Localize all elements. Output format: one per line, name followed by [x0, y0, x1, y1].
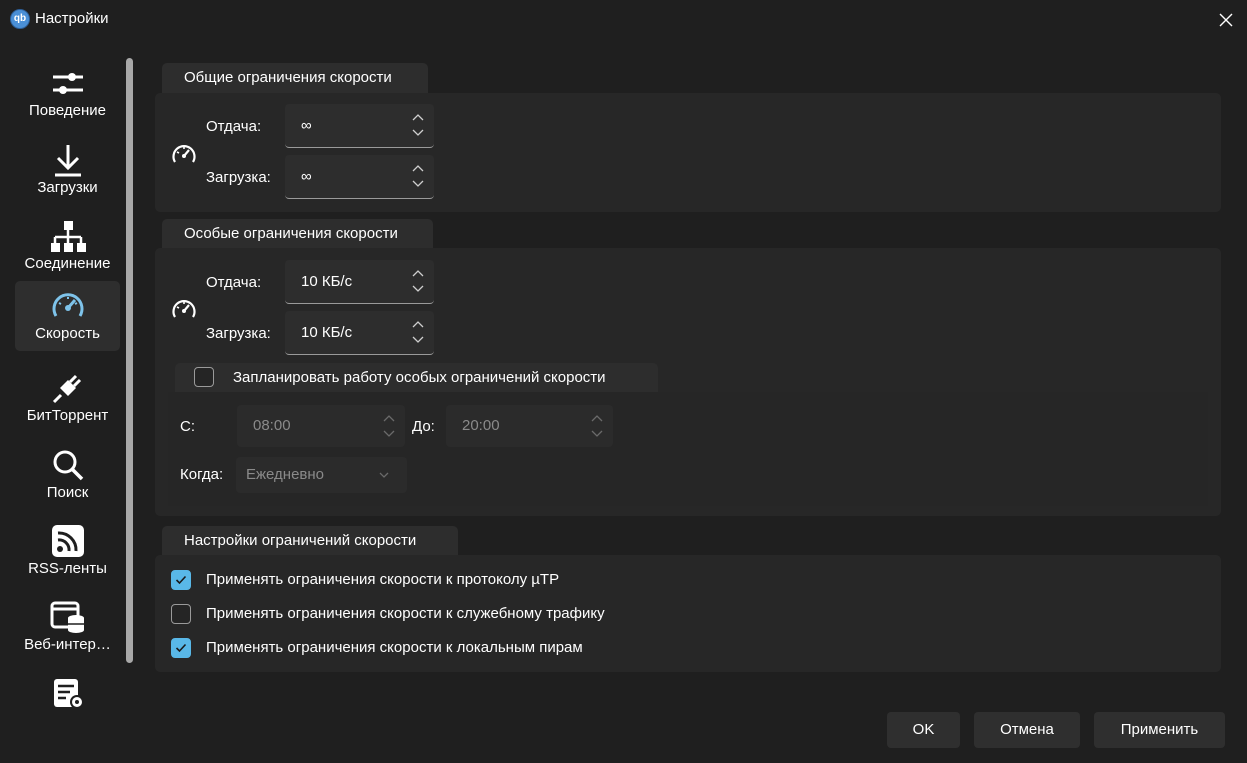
speedometer-icon: [50, 288, 86, 324]
global-limits-title: Общие ограничения скорости: [162, 63, 428, 93]
sidebar-item-label: Загрузки: [37, 179, 98, 196]
chevron-down-icon[interactable]: [381, 427, 397, 441]
sidebar-item-label: Скорость: [35, 325, 100, 342]
to-time-spinbox[interactable]: 20:00: [446, 405, 613, 447]
from-time-spinbox[interactable]: 08:00: [237, 405, 405, 447]
download-icon: [50, 142, 86, 178]
chevron-down-icon: [379, 472, 389, 478]
lan-peers-label[interactable]: Применять ограничения скорости к локальн…: [206, 639, 583, 656]
alt-upload-spinbox[interactable]: 10 КБ/с: [285, 260, 434, 304]
ok-button[interactable]: OK: [887, 712, 960, 748]
to-time-value: 20:00: [462, 417, 500, 434]
chevron-down-icon[interactable]: [410, 333, 426, 347]
checkmark-icon: [175, 575, 187, 585]
speed-limit-icon: [170, 140, 198, 168]
alt-upload-label: Отдача:: [206, 274, 262, 291]
chevron-up-icon[interactable]: [589, 411, 605, 425]
web-ui-icon: [50, 599, 86, 635]
sidebar-item-label: Веб-интер…: [24, 636, 111, 653]
chevron-up-icon[interactable]: [410, 161, 426, 175]
plug-icon: [50, 370, 86, 406]
sidebar-item-advanced[interactable]: [15, 668, 120, 708]
global-upload-value: ∞: [301, 117, 312, 134]
sidebar-item-webui[interactable]: Веб-интер…: [15, 592, 120, 662]
sidebar-item-search[interactable]: Поиск: [15, 440, 120, 510]
network-icon: [50, 218, 86, 254]
chevron-up-icon[interactable]: [410, 317, 426, 331]
sidebar-item-rss[interactable]: RSS-ленты: [15, 516, 120, 586]
search-icon: [50, 447, 86, 483]
spin-arrows[interactable]: [381, 411, 397, 443]
global-download-value: ∞: [301, 168, 312, 185]
chevron-down-icon[interactable]: [410, 282, 426, 296]
sidebar-item-label: RSS-ленты: [28, 560, 107, 577]
global-upload-label: Отдача:: [206, 118, 262, 135]
from-time-value: 08:00: [253, 417, 291, 434]
spin-arrows[interactable]: [589, 411, 605, 443]
when-label: Когда:: [180, 466, 224, 483]
global-download-label: Загрузка:: [206, 169, 271, 186]
alt-download-label: Загрузка:: [206, 325, 271, 342]
sidebar-item-speed[interactable]: Скорость: [15, 281, 120, 351]
spin-arrows[interactable]: [410, 110, 426, 142]
sidebar-item-label: Поиск: [46, 484, 89, 501]
schedule-label[interactable]: Запланировать работу особых ограничений …: [233, 369, 606, 386]
sidebar-item-behavior[interactable]: Поведение: [15, 58, 120, 128]
advanced-settings-icon: [50, 675, 86, 708]
chevron-up-icon[interactable]: [381, 411, 397, 425]
spin-arrows[interactable]: [410, 317, 426, 349]
spin-arrows[interactable]: [410, 161, 426, 193]
alt-download-spinbox[interactable]: 10 КБ/с: [285, 311, 434, 355]
apply-button[interactable]: Применить: [1094, 712, 1225, 748]
alt-speed-limit-icon: [170, 295, 198, 323]
app-icon: qb: [10, 9, 30, 29]
cancel-button[interactable]: Отмена: [974, 712, 1080, 748]
window-title: Настройки: [35, 10, 109, 27]
alt-limits-title: Особые ограничения скорости: [162, 219, 433, 249]
chevron-up-icon[interactable]: [410, 266, 426, 280]
sidebar-item-label: Поведение: [28, 102, 107, 119]
utp-checkbox[interactable]: [171, 570, 191, 590]
alt-upload-value: 10 КБ/с: [301, 273, 353, 290]
sidebar-item-label: Соединение: [24, 255, 111, 272]
global-download-spinbox[interactable]: ∞: [285, 155, 434, 199]
title-bar: qb Настройки: [0, 0, 1247, 40]
to-label: До:: [412, 418, 435, 435]
chevron-down-icon[interactable]: [410, 177, 426, 191]
overhead-label[interactable]: Применять ограничения скорости к служебн…: [206, 605, 605, 622]
sliders-icon: [50, 65, 86, 101]
when-dropdown[interactable]: Ежедневно: [236, 457, 407, 493]
checkmark-icon: [175, 643, 187, 653]
rss-icon: [50, 523, 86, 559]
sidebar-item-label: БитТоррент: [26, 407, 109, 424]
sidebar-item-downloads[interactable]: Загрузки: [15, 135, 120, 205]
close-button[interactable]: [1210, 4, 1242, 36]
sidebar-scrollbar[interactable]: [126, 58, 133, 663]
alt-download-value: 10 КБ/с: [301, 324, 353, 341]
chevron-up-icon[interactable]: [410, 110, 426, 124]
limit-settings-title: Настройки ограничений скорости: [162, 526, 458, 556]
lan-peers-checkbox[interactable]: [171, 638, 191, 658]
global-upload-spinbox[interactable]: ∞: [285, 104, 434, 148]
close-icon: [1219, 13, 1233, 27]
chevron-down-icon[interactable]: [589, 427, 605, 441]
overhead-checkbox[interactable]: [171, 604, 191, 624]
utp-label[interactable]: Применять ограничения скорости к протоко…: [206, 571, 559, 588]
schedule-checkbox[interactable]: [194, 367, 214, 387]
spin-arrows[interactable]: [410, 266, 426, 298]
from-label: С:: [180, 418, 195, 435]
sidebar-item-connection[interactable]: Соединение: [15, 211, 120, 281]
when-value: Ежедневно: [246, 466, 325, 483]
sidebar-item-bittorrent[interactable]: БитТоррент: [15, 363, 120, 433]
chevron-down-icon[interactable]: [410, 126, 426, 140]
